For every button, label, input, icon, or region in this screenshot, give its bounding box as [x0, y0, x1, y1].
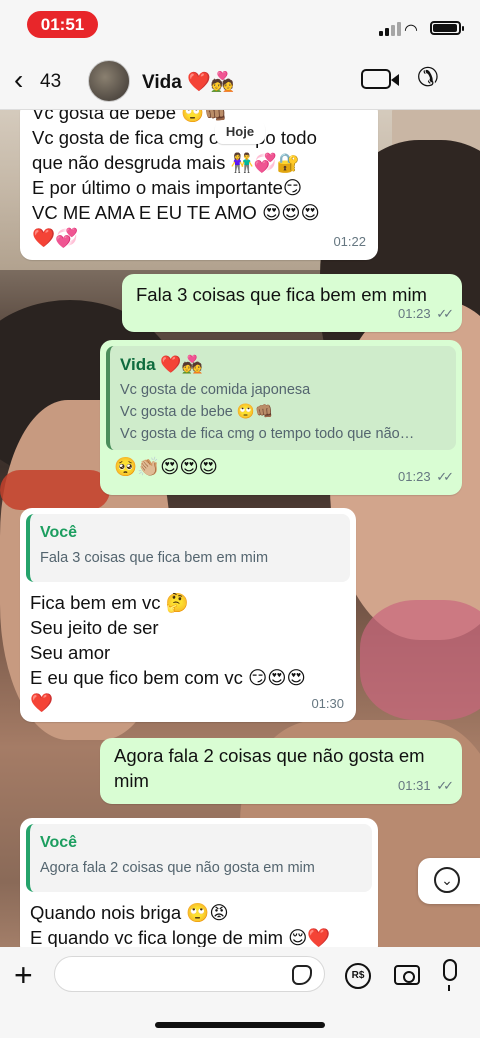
- chevron-down-icon: ⌄: [434, 867, 460, 893]
- message-time: 01:22: [333, 234, 366, 249]
- video-call-icon[interactable]: [361, 69, 399, 89]
- message-time: 01:23: [398, 306, 431, 321]
- scroll-to-bottom-button[interactable]: ⌄: [418, 858, 480, 904]
- quote-line: Vc gosta de bebe 🙄👊🏽: [120, 404, 274, 420]
- message-line: que não desgruda mais 👫💞🔐: [32, 152, 300, 173]
- unread-count[interactable]: 43: [40, 71, 61, 93]
- message-line: E eu que fico bem com vc 😏😍😍: [30, 667, 306, 688]
- home-indicator: [155, 1022, 325, 1028]
- message-line: Seu amor: [30, 642, 111, 663]
- message-line: ❤️💞: [32, 227, 79, 248]
- contact-avatar[interactable]: [88, 60, 130, 102]
- sticker-icon[interactable]: [292, 965, 312, 985]
- message-bubble-incoming[interactable]: Vc gosta de bebe 🙄👊🏽 Vc gosta de fica cm…: [20, 100, 378, 260]
- message-line: ❤️: [30, 692, 54, 713]
- quoted-message[interactable]: Você Fala 3 coisas que fica bem em mim: [26, 514, 350, 582]
- quote-line: Vc gosta de comida japonesa: [120, 382, 311, 398]
- message-line: VC ME AMA E EU TE AMO 😍😍😍: [32, 202, 320, 223]
- message-time: 01:31: [398, 778, 431, 793]
- message-line: Fica bem em vc 🤔: [30, 592, 189, 613]
- message-line: Quando nois briga 🙄😡: [30, 902, 229, 923]
- quoted-message[interactable]: Vida ❤️💑 Vc gosta de comida japonesa Vc …: [106, 346, 456, 450]
- message-line: Vc gosta de fica cmg o tempo todo: [32, 127, 317, 148]
- quote-author: Vida ❤️💑: [120, 355, 203, 374]
- quote-line: Vc gosta de fica cmg o tempo todo que nã…: [120, 426, 415, 442]
- quoted-message[interactable]: Você Agora fala 2 coisas que não gosta e…: [26, 824, 372, 892]
- message-time: 01:30: [311, 696, 344, 711]
- message-time: 01:23: [398, 469, 431, 484]
- message-meta: 01:31 ✓✓: [398, 773, 454, 798]
- battery-icon: [430, 21, 464, 35]
- payment-icon[interactable]: R$: [345, 963, 371, 989]
- contact-name[interactable]: Vida ❤️💑: [142, 70, 234, 94]
- quote-text: Fala 3 coisas que fica bem em mim: [40, 550, 269, 566]
- read-ticks-icon: ✓✓: [436, 469, 454, 484]
- back-chevron-icon[interactable]: ‹: [14, 66, 23, 94]
- date-chip: Hoje: [215, 120, 265, 144]
- phone-icon[interactable]: ✆: [417, 62, 439, 93]
- message-meta: 01:23 ✓✓: [398, 301, 454, 326]
- message-line: Agora fala 2 coisas que não gosta em: [114, 745, 425, 766]
- message-bubble-incoming-reply[interactable]: Você Agora fala 2 coisas que não gosta e…: [20, 818, 378, 958]
- quote-author: Você: [40, 524, 78, 541]
- quote-author: Você: [40, 834, 78, 851]
- chat-header: ‹ 43 Vida ❤️💑 ✆: [0, 50, 480, 110]
- message-bubble-outgoing[interactable]: Fala 3 coisas que fica bem em mim 01:23 …: [122, 274, 462, 332]
- message-bubble-outgoing-reply[interactable]: Vida ❤️💑 Vc gosta de comida japonesa Vc …: [100, 340, 462, 495]
- quote-text: Agora fala 2 coisas que não gosta em mim: [40, 860, 315, 876]
- message-meta: 01:23 ✓✓: [398, 464, 454, 489]
- message-line: Seu jeito de ser: [30, 617, 159, 638]
- message-line: E por último o mais importante😏: [32, 177, 303, 198]
- plus-icon[interactable]: +: [14, 959, 33, 991]
- microphone-icon[interactable]: [443, 959, 457, 991]
- read-ticks-icon: ✓✓: [436, 778, 454, 793]
- message-bubble-outgoing[interactable]: Agora fala 2 coisas que não gosta em mim…: [100, 738, 462, 804]
- status-bar: 01:51 ◠: [0, 0, 480, 50]
- message-input[interactable]: [54, 956, 325, 992]
- camera-icon[interactable]: [394, 965, 420, 985]
- wifi-icon: ◠: [404, 22, 418, 39]
- status-time: 01:51: [27, 11, 98, 38]
- read-ticks-icon: ✓✓: [436, 306, 454, 321]
- message-bubble-incoming-reply[interactable]: Você Fala 3 coisas que fica bem em mim F…: [20, 508, 356, 722]
